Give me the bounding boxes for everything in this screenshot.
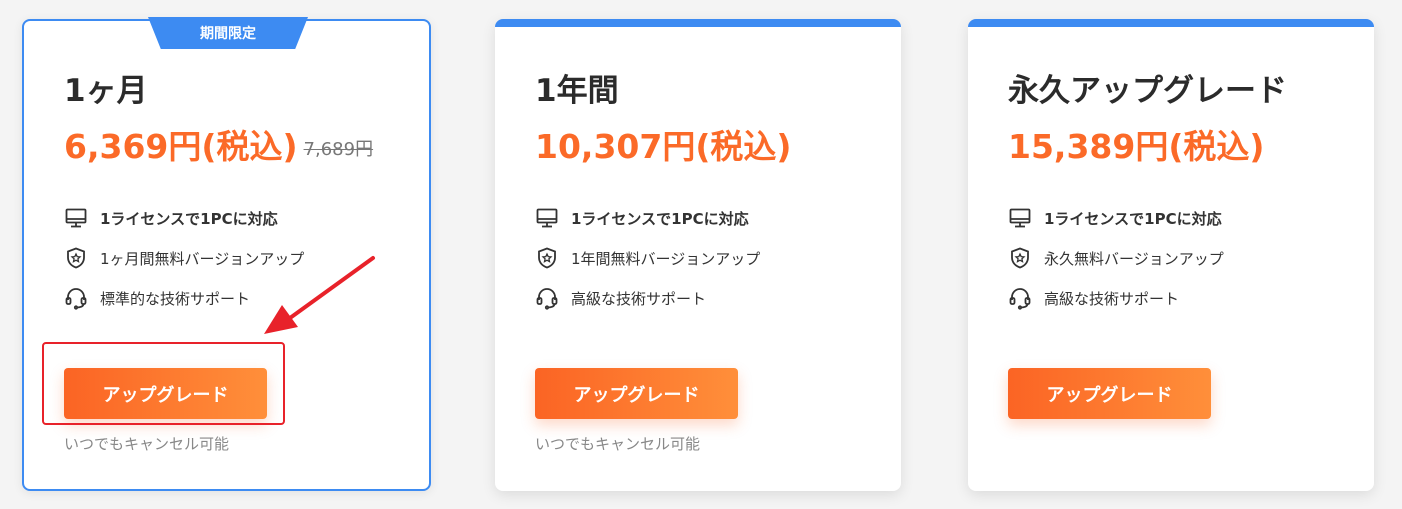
annotation-highlight-box xyxy=(42,342,285,425)
plan-card-1-year: 1年間 10,307円(税込) 1ライセンスで1PCに対応 1年間無料バージョン… xyxy=(495,19,901,491)
upgrade-button[interactable]: アップグレード xyxy=(1008,368,1211,419)
plan-price: 15,389円(税込) xyxy=(1008,127,1265,166)
plan-title: 永久アップグレード xyxy=(1008,73,1287,109)
feature-list: 1ライセンスで1PCに対応 1ヶ月間無料バージョンアップ 標準的な技術サポート xyxy=(64,198,409,318)
feature-item: 高級な技術サポート xyxy=(535,278,881,318)
plan-price: 6,369円(税込) xyxy=(64,127,298,166)
price-row: 15,389円(税込) xyxy=(1008,127,1354,167)
feature-text: 1ライセンスで1PCに対応 xyxy=(571,209,749,228)
feature-text: 標準的な技術サポート xyxy=(100,289,251,308)
feature-text: 1ライセンスで1PCに対応 xyxy=(1044,209,1222,228)
feature-item: 1ライセンスで1PCに対応 xyxy=(1008,198,1354,238)
feature-item: 1年間無料バージョンアップ xyxy=(535,238,881,278)
monitor-icon xyxy=(1009,208,1031,228)
shield-star-icon xyxy=(67,247,85,269)
plan-info: 永久アップグレード 15,389円(税込) 1ライセンスで1PCに対応 永久無料… xyxy=(1008,71,1354,318)
shield-star-icon xyxy=(1011,247,1029,269)
feature-text: 1年間無料バージョンアップ xyxy=(571,249,761,268)
price-row: 10,307円(税込) xyxy=(535,127,881,167)
feature-text: 1ヶ月間無料バージョンアップ xyxy=(100,249,305,268)
plan-card-lifetime: 永久アップグレード 15,389円(税込) 1ライセンスで1PCに対応 永久無料… xyxy=(968,19,1374,491)
monitor-icon xyxy=(536,208,558,228)
plan-info: 1年間 10,307円(税込) 1ライセンスで1PCに対応 1年間無料バージョン… xyxy=(535,71,881,318)
cancel-note: いつでもキャンセル可能 xyxy=(64,435,230,453)
feature-item: 標準的な技術サポート xyxy=(64,278,409,318)
feature-item: 1ライセンスで1PCに対応 xyxy=(64,198,409,238)
headset-icon xyxy=(1009,288,1031,310)
monitor-icon xyxy=(65,208,87,228)
upgrade-button[interactable]: アップグレード xyxy=(535,368,738,419)
headset-icon xyxy=(536,288,558,310)
feature-list: 1ライセンスで1PCに対応 1年間無料バージョンアップ 高級な技術サポート xyxy=(535,198,881,318)
feature-text: 永久無料バージョンアップ xyxy=(1044,249,1224,268)
feature-list: 1ライセンスで1PCに対応 永久無料バージョンアップ 高級な技術サポート xyxy=(1008,198,1354,318)
feature-item: 1ライセンスで1PCに対応 xyxy=(535,198,881,238)
price-row: 6,369円(税込) 7,689円 xyxy=(64,127,409,167)
headset-icon xyxy=(65,288,87,310)
cancel-note: いつでもキャンセル可能 xyxy=(535,435,701,453)
feature-item: 高級な技術サポート xyxy=(1008,278,1354,318)
original-price: 7,689円 xyxy=(303,139,374,160)
feature-text: 1ライセンスで1PCに対応 xyxy=(100,209,278,228)
shield-star-icon xyxy=(538,247,556,269)
feature-text: 高級な技術サポート xyxy=(1044,289,1180,308)
plan-price: 10,307円(税込) xyxy=(535,127,792,166)
feature-item: 永久無料バージョンアップ xyxy=(1008,238,1354,278)
feature-text: 高級な技術サポート xyxy=(571,289,707,308)
plan-info: 1ヶ月 6,369円(税込) 7,689円 1ライセンスで1PCに対応 1ヶ月間… xyxy=(64,71,409,318)
plan-title: 1ヶ月 xyxy=(64,73,148,109)
plan-title: 1年間 xyxy=(535,73,619,109)
limited-time-badge: 期間限定 xyxy=(148,17,308,49)
feature-item: 1ヶ月間無料バージョンアップ xyxy=(64,238,409,278)
